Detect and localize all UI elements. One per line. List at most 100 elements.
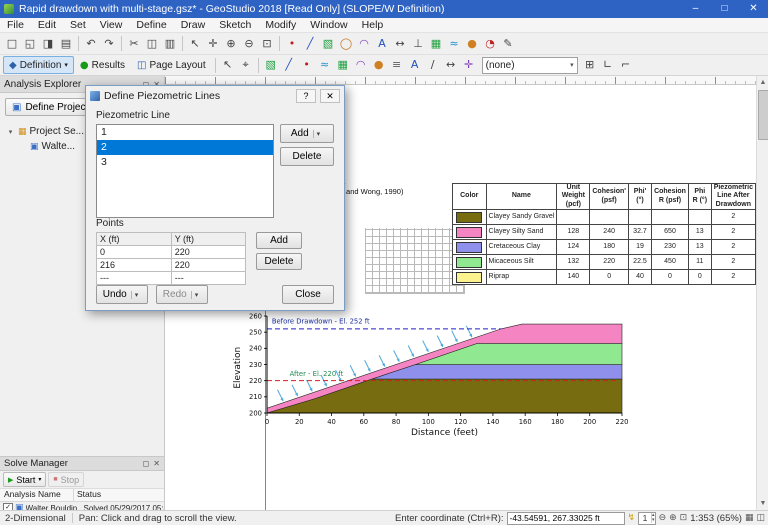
axes-icon[interactable]: ⊥ <box>409 35 427 53</box>
dialog-title-bar[interactable]: Define Piezometric Lines ? ✕ <box>86 86 344 105</box>
points-row[interactable]: 216220 <box>97 259 246 272</box>
draw-regions-icon[interactable]: ▧ <box>262 56 280 74</box>
coordinate-input[interactable] <box>507 512 625 525</box>
draw-line-icon[interactable]: ╱ <box>301 35 319 53</box>
sketch-text-icon[interactable]: A <box>406 56 424 74</box>
draw-materials-icon[interactable]: ● <box>370 56 388 74</box>
print-icon[interactable]: ▤ <box>57 35 75 53</box>
select-icon[interactable]: ↖ <box>186 35 204 53</box>
cut-icon[interactable]: ✂ <box>125 35 143 53</box>
add-point-button[interactable]: Add <box>256 232 302 249</box>
results-button[interactable]: ● Results <box>74 56 131 74</box>
dimension-tool-icon[interactable]: ↔ <box>442 56 460 74</box>
menu-window[interactable]: Window <box>303 18 354 32</box>
water-table-icon[interactable]: ≈ <box>445 35 463 53</box>
chevron-down-icon[interactable]: ▾ <box>191 291 202 299</box>
copy-icon[interactable]: ◫ <box>143 35 161 53</box>
zoom-window-icon[interactable]: ⊡ <box>680 513 688 523</box>
spin-down-icon[interactable]: ▾ <box>652 518 655 523</box>
points-cell[interactable]: --- <box>97 272 172 285</box>
snap-icon[interactable]: ⊞ <box>581 56 599 74</box>
draw-point-icon[interactable]: • <box>283 35 301 53</box>
zoom-in-icon[interactable]: ⊕ <box>669 513 677 523</box>
points-cell[interactable]: --- <box>171 272 245 285</box>
zoom-in-icon[interactable]: ⊕ <box>222 35 240 53</box>
points-row[interactable]: ------ <box>97 272 246 285</box>
float-panel-icon[interactable]: ◻ <box>143 459 150 468</box>
sketch-line-icon[interactable]: ∕ <box>424 56 442 74</box>
points-cell[interactable]: 220 <box>171 246 245 259</box>
zoom-out-icon[interactable]: ⊖ <box>659 513 667 523</box>
points-row[interactable]: 0220 <box>97 246 246 259</box>
definition-button[interactable]: ◆ Definition ▾ <box>3 56 74 74</box>
menu-help[interactable]: Help <box>355 18 391 32</box>
help-icon[interactable]: ? <box>296 89 316 103</box>
ortho-icon[interactable]: ∟ <box>599 56 617 74</box>
save-icon[interactable]: ◨ <box>39 35 57 53</box>
menu-draw[interactable]: Draw <box>174 18 213 32</box>
column-analysis-name[interactable]: Analysis Name <box>0 489 74 501</box>
piezometric-line-item[interactable]: 3 <box>97 155 273 170</box>
modify-objects-icon[interactable]: ✛ <box>460 56 478 74</box>
menu-set[interactable]: Set <box>63 18 93 32</box>
grid-snap-icon[interactable]: ▦ <box>745 513 754 523</box>
scroll-down-icon[interactable]: ▼ <box>757 497 768 510</box>
zoom-step-spinner[interactable]: 1 ▴ ▾ <box>638 512 656 525</box>
slip-surface-grid[interactable] <box>365 228 465 294</box>
draw-reinforcement-icon[interactable]: ≡ <box>388 56 406 74</box>
start-button[interactable]: ▶ Start ▾ <box>3 472 46 487</box>
define-project-button[interactable]: ▣ Define Project <box>5 98 95 116</box>
maximize-icon[interactable]: □ <box>710 0 739 18</box>
zoom-object-icon[interactable]: ⌖ <box>237 56 255 74</box>
pan-icon[interactable]: ✛ <box>204 35 222 53</box>
grid-icon[interactable]: ▦ <box>427 35 445 53</box>
chevron-down-icon[interactable]: ▾ <box>131 291 142 299</box>
menu-define[interactable]: Define <box>129 18 173 32</box>
undo-button[interactable]: Undo ▾ <box>96 285 148 304</box>
open-icon[interactable]: ◱ <box>21 35 39 53</box>
page-layout-button[interactable]: ◫ Page Layout <box>131 56 212 74</box>
analysis-scope-select[interactable]: (none) ▾ <box>482 57 578 74</box>
text-icon[interactable]: A <box>373 35 391 53</box>
redo-icon[interactable]: ↷ <box>100 35 118 53</box>
draw-slip-radius-icon[interactable]: ◠ <box>352 56 370 74</box>
tree-expander-icon[interactable]: ▾ <box>6 128 15 136</box>
piezometric-line-list[interactable]: 123 <box>96 124 274 218</box>
zoom-out-icon[interactable]: ⊖ <box>240 35 258 53</box>
slip-surface-icon[interactable]: ◔ <box>481 35 499 53</box>
draw-piezometric-icon[interactable]: ≈ <box>316 56 334 74</box>
paste-icon[interactable]: ▥ <box>161 35 179 53</box>
menu-view[interactable]: View <box>93 18 130 32</box>
points-cell[interactable]: 216 <box>97 259 172 272</box>
draw-circle-icon[interactable]: ◯ <box>337 35 355 53</box>
points-cell[interactable]: 0 <box>97 246 172 259</box>
draw-slip-grid-icon[interactable]: ▦ <box>334 56 352 74</box>
draw-points-icon[interactable]: • <box>298 56 316 74</box>
column-status[interactable]: Status <box>74 489 164 501</box>
ruler-icon[interactable]: ⌐ <box>617 56 635 74</box>
close-icon[interactable]: ✕ <box>320 89 340 103</box>
vertical-scrollbar[interactable]: ▲ ▼ <box>756 76 768 510</box>
close-panel-icon[interactable]: ✕ <box>153 459 160 468</box>
points-cell[interactable]: 220 <box>171 259 245 272</box>
menu-sketch[interactable]: Sketch <box>212 18 258 32</box>
close-icon[interactable]: ✕ <box>739 0 768 18</box>
delete-point-button[interactable]: Delete <box>256 253 302 270</box>
menu-file[interactable]: File <box>0 18 31 32</box>
page-view-icon[interactable]: ◫ <box>756 513 765 523</box>
chevron-down-icon[interactable]: ▾ <box>313 130 324 138</box>
piezometric-line-item[interactable]: 2 <box>97 140 273 155</box>
delete-line-button[interactable]: Delete <box>280 147 334 166</box>
draw-arc-icon[interactable]: ◠ <box>355 35 373 53</box>
piezometric-line-item[interactable]: 1 <box>97 125 273 140</box>
new-icon[interactable]: □ <box>3 35 21 53</box>
redo-button[interactable]: Redo ▾ <box>156 285 208 304</box>
scroll-up-icon[interactable]: ▲ <box>757 76 768 89</box>
select-tool-icon[interactable]: ↖ <box>219 56 237 74</box>
menu-edit[interactable]: Edit <box>31 18 63 32</box>
solve-flash-icon[interactable]: ↯ <box>628 513 636 523</box>
minimize-icon[interactable]: – <box>681 0 710 18</box>
close-button[interactable]: Close <box>282 285 334 304</box>
points-table[interactable]: X (ft)Y (ft) 0220216220------ <box>96 232 246 285</box>
zoom-extents-icon[interactable]: ⊡ <box>258 35 276 53</box>
